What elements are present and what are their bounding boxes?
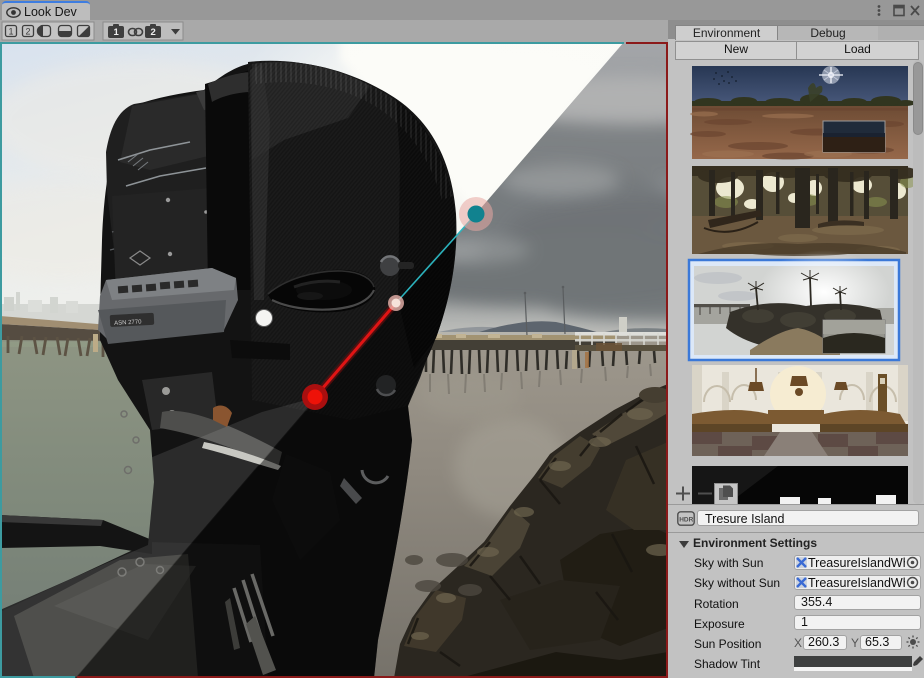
svg-text:2: 2	[26, 27, 31, 37]
svg-text:1: 1	[114, 27, 120, 38]
svg-text:1: 1	[9, 27, 14, 37]
svg-text:HDR: HDR	[679, 517, 693, 524]
svg-text:2: 2	[151, 27, 156, 38]
